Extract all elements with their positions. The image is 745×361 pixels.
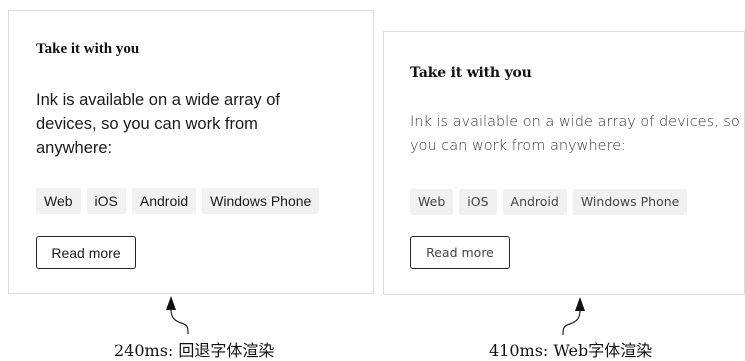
- card-description: Ink is available on a wide array of devi…: [410, 114, 740, 154]
- platform-tag-list: Web iOS Android Windows Phone: [410, 189, 688, 215]
- curved-up-arrow-icon: [562, 297, 585, 336]
- platform-tag-windows-phone[interactable]: Windows Phone: [202, 188, 320, 214]
- platform-tag-list: Web iOS Android Windows Phone: [36, 188, 320, 214]
- fallback-font-card: Take it with you Ink is available on a w…: [8, 10, 374, 294]
- card-description: Ink is available on a wide array of devi…: [36, 91, 280, 157]
- platform-tag-ios[interactable]: iOS: [86, 188, 126, 214]
- web-font-card: Take it with you Ink is available on a w…: [383, 31, 745, 295]
- platform-tag-android[interactable]: Android: [131, 188, 197, 214]
- card-title: Take it with you: [410, 65, 532, 81]
- platform-tag-web[interactable]: Web: [36, 188, 81, 214]
- read-more-button[interactable]: Read more: [36, 236, 136, 269]
- web-font-caption: 410ms: Web字体渲染: [489, 341, 653, 360]
- read-more-button[interactable]: Read more: [410, 236, 510, 269]
- fallback-font-caption: 240ms: 回退字体渲染: [114, 341, 275, 360]
- platform-tag-android[interactable]: Android: [502, 189, 567, 215]
- platform-tag-ios[interactable]: iOS: [459, 189, 497, 215]
- curved-up-arrow-icon: [166, 296, 189, 335]
- platform-tag-web[interactable]: Web: [410, 189, 454, 215]
- card-title: Take it with you: [36, 41, 140, 57]
- platform-tag-windows-phone[interactable]: Windows Phone: [572, 189, 688, 215]
